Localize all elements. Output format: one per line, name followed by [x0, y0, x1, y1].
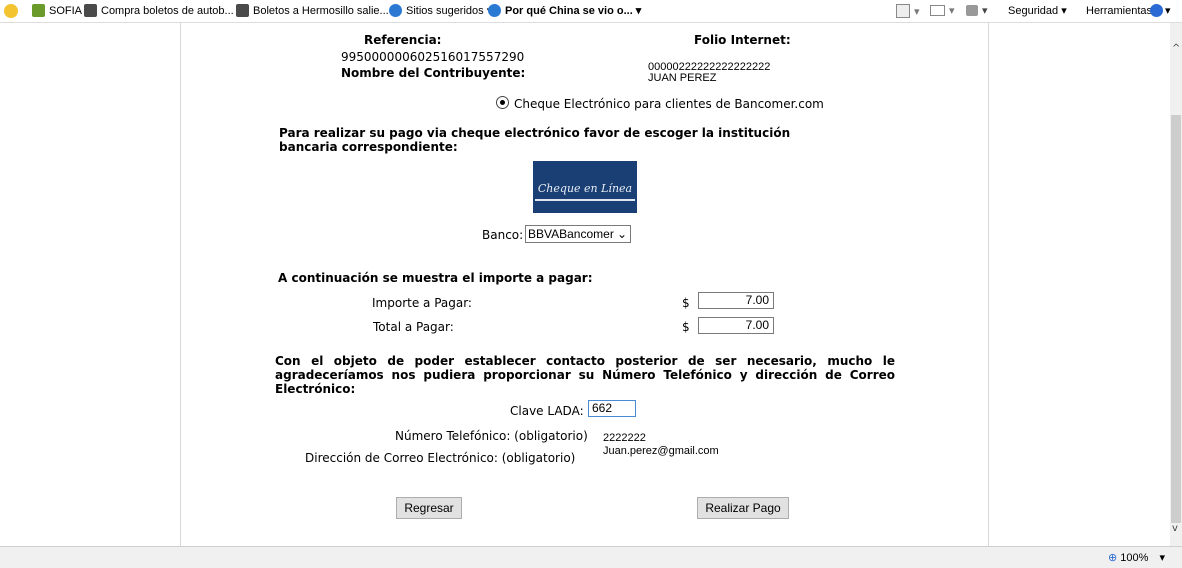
referencia-label: Referencia:: [364, 33, 442, 47]
total-field[interactable]: 7.00: [698, 317, 774, 334]
ie-icon: [389, 4, 402, 17]
cheque-electronico-option[interactable]: Cheque Electrónico para clientes de Banc…: [496, 95, 824, 111]
scroll-up-icon[interactable]: ^: [1172, 43, 1180, 54]
correo-field[interactable]: Juan.perez@gmail.com: [603, 445, 719, 457]
realizar-pago-button[interactable]: Realizar Pago: [697, 497, 789, 519]
bus-icon: [84, 4, 97, 17]
radio-selected-icon[interactable]: [496, 96, 509, 109]
lada-label: Clave LADA:: [510, 404, 584, 418]
print-icon[interactable]: ▾: [966, 4, 988, 17]
vertical-scrollbar[interactable]: ^ v: [1170, 23, 1182, 546]
telefono-field[interactable]: 2222222: [603, 432, 646, 444]
scroll-down-icon[interactable]: v: [1172, 523, 1178, 534]
banco-label: Banco:: [482, 228, 524, 242]
favorites-star-icon[interactable]: [4, 4, 22, 18]
referencia-value: 99500000060251601755729​0: [341, 50, 525, 64]
correo-label: Dirección de Correo Electrónico: (obliga…: [305, 451, 576, 465]
status-bar: ⊕ 100% ▾: [0, 546, 1182, 568]
right-margin-pane: [988, 23, 1171, 546]
rss-icon[interactable]: ▾: [896, 4, 920, 18]
cheque-en-linea-logo[interactable]: Cheque en Línea: [533, 161, 637, 213]
help-icon[interactable]: ▾: [1150, 4, 1171, 17]
scrollbar-thumb[interactable]: [1171, 115, 1181, 523]
favorite-link-por-que-china[interactable]: Por qué China se vio o... ▾: [488, 4, 641, 17]
chevron-down-icon: ⌄: [616, 227, 627, 241]
sofia-icon: [32, 4, 45, 17]
telefono-label: Número Telefónico: (obligatorio): [395, 429, 588, 443]
contribuyente-label: Nombre del Contribuyente:: [341, 66, 526, 80]
total-label: Total a Pagar:: [373, 320, 454, 334]
importe-currency: $: [682, 296, 690, 310]
importe-heading: A continuación se muestra el importe a p…: [278, 271, 593, 285]
regresar-button[interactable]: Regresar: [396, 497, 462, 519]
bus-icon: [236, 4, 249, 17]
ie-icon: [488, 4, 501, 17]
bank-instruction-text: Para realizar su pago via cheque electró…: [279, 126, 791, 154]
favorite-link-boletos-hermosillo[interactable]: Boletos a Hermosillo salie...: [236, 4, 389, 17]
lada-field[interactable]: 662: [588, 400, 636, 417]
seguridad-menu[interactable]: Seguridad ▾: [1008, 4, 1067, 17]
left-margin-pane: [0, 23, 181, 546]
favorites-bar: SOFIA Compra boletos de autob... Boletos…: [0, 0, 1182, 23]
total-currency: $: [682, 320, 690, 334]
contribuyente-value: JUAN PEREZ: [648, 72, 717, 84]
contact-request-text: Con el objeto de poder establecer contac…: [275, 354, 895, 396]
importe-label: Importe a Pagar:: [372, 296, 472, 310]
favorite-link-sitios-sugeridos[interactable]: Sitios sugeridos ▾: [389, 4, 492, 17]
favorite-link-compra-boletos[interactable]: Compra boletos de autob...: [84, 4, 234, 17]
folio-label: Folio Internet:: [694, 33, 791, 47]
chevron-down-icon: ▾: [1159, 552, 1166, 564]
zoom-icon: ⊕: [1108, 552, 1118, 564]
zoom-control[interactable]: ⊕ 100% ▾: [1108, 551, 1165, 564]
mail-icon[interactable]: ▾: [930, 4, 955, 17]
importe-field[interactable]: 7.00: [698, 292, 774, 309]
banco-select[interactable]: BBVABancomer ⌄: [525, 225, 631, 243]
favorite-link-sofia[interactable]: SOFIA: [32, 4, 82, 17]
